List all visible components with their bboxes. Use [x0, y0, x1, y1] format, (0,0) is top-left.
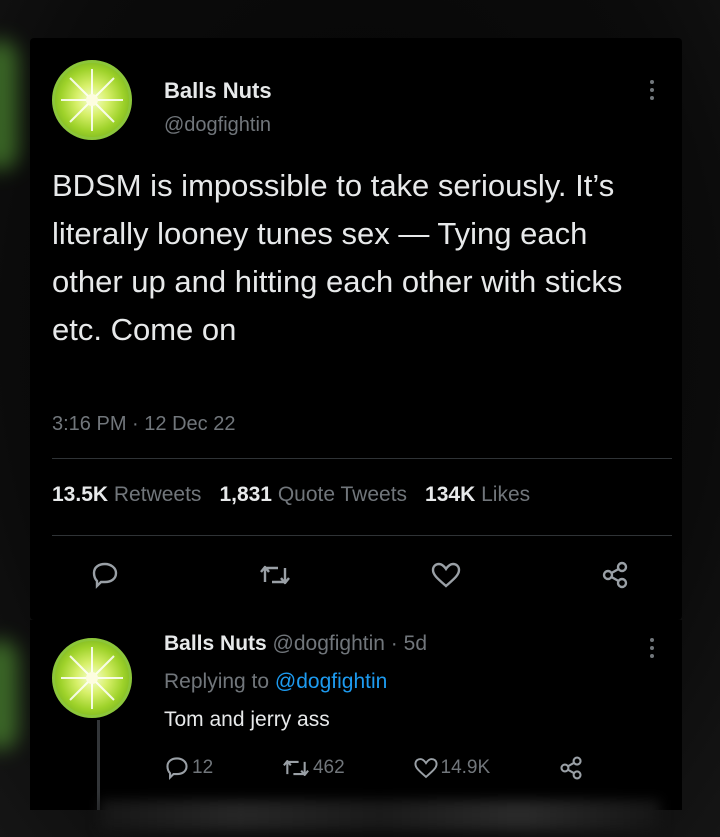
- tweet-time: 3:16 PM: [52, 413, 127, 435]
- retweets-stat[interactable]: 13.5K Retweets: [52, 483, 201, 507]
- reply-count: 12: [192, 757, 214, 778]
- separator: ·: [132, 413, 139, 435]
- divider: [52, 458, 672, 459]
- share-icon: [560, 756, 582, 780]
- tweet-actions: [90, 560, 630, 590]
- tweet-date: 12 Dec 22: [144, 413, 236, 435]
- heart-icon[interactable]: [430, 560, 462, 590]
- like-count: 14.9K: [440, 757, 491, 778]
- reply-icon: [166, 757, 188, 781]
- screenshot-frame: Balls Nuts @dogfightin BDSM is impossibl…: [0, 0, 720, 837]
- reply-header: Balls Nuts @dogfightin · 5d: [164, 632, 427, 656]
- reply-reply-button[interactable]: 12: [164, 755, 213, 781]
- cropped-bottom-content: [100, 800, 660, 830]
- tweet-stats: 13.5K Retweets 1,831 Quote Tweets 134K L…: [52, 483, 530, 507]
- retweet-icon: [283, 760, 309, 776]
- reply-text: Tom and jerry ass: [164, 708, 330, 731]
- retweets-label: Retweets: [113, 483, 202, 506]
- quotes-count: 1,831: [219, 483, 272, 506]
- replying-label: Replying to: [164, 670, 270, 693]
- replying-handle-link[interactable]: @dogfightin: [275, 670, 387, 693]
- lime-logo-icon: [61, 69, 123, 131]
- reply-author-handle[interactable]: @dogfightin: [273, 632, 385, 655]
- reply-card[interactable]: Balls Nuts @dogfightin · 5d Replying to …: [30, 620, 682, 810]
- divider: [52, 535, 672, 536]
- reply-icon[interactable]: [90, 560, 120, 590]
- likes-label: Likes: [481, 483, 531, 506]
- author-name[interactable]: Balls Nuts: [164, 78, 272, 104]
- likes-stat[interactable]: 134K Likes: [425, 483, 530, 507]
- left-edge-glow: [0, 40, 18, 170]
- reply-like-button[interactable]: 14.9K: [413, 755, 491, 781]
- reply-retweet-button[interactable]: 462: [281, 755, 345, 781]
- tweet-timestamp[interactable]: 3:16 PM · 12 Dec 22: [52, 413, 235, 436]
- reply-actions: 12 462 14.9K: [164, 755, 584, 781]
- reply-share-button[interactable]: [558, 755, 584, 781]
- likes-count: 134K: [425, 483, 476, 506]
- avatar[interactable]: [52, 638, 132, 718]
- more-icon[interactable]: [642, 638, 662, 658]
- thread-line: [97, 720, 100, 810]
- tweet-card: Balls Nuts @dogfightin BDSM is impossibl…: [30, 38, 682, 620]
- retweet-icon[interactable]: [258, 560, 292, 590]
- quote-tweets-stat[interactable]: 1,831 Quote Tweets: [219, 483, 407, 507]
- left-edge-glow: [0, 640, 18, 750]
- replying-to: Replying to @dogfightin: [164, 670, 387, 694]
- tweet-text: BDSM is impossible to take seriously. It…: [52, 168, 623, 347]
- retweet-count: 462: [312, 757, 345, 778]
- more-icon[interactable]: [642, 80, 662, 100]
- avatar[interactable]: [52, 60, 132, 140]
- reply-author-name[interactable]: Balls Nuts: [164, 632, 267, 655]
- heart-icon: [413, 758, 438, 779]
- share-icon[interactable]: [600, 560, 630, 590]
- reply-age[interactable]: 5d: [404, 632, 427, 655]
- separator: ·: [390, 632, 398, 655]
- lime-logo-icon: [61, 647, 123, 709]
- retweets-count: 13.5K: [52, 483, 109, 506]
- quotes-label: Quote Tweets: [277, 483, 408, 506]
- author-handle[interactable]: @dogfightin: [164, 114, 271, 137]
